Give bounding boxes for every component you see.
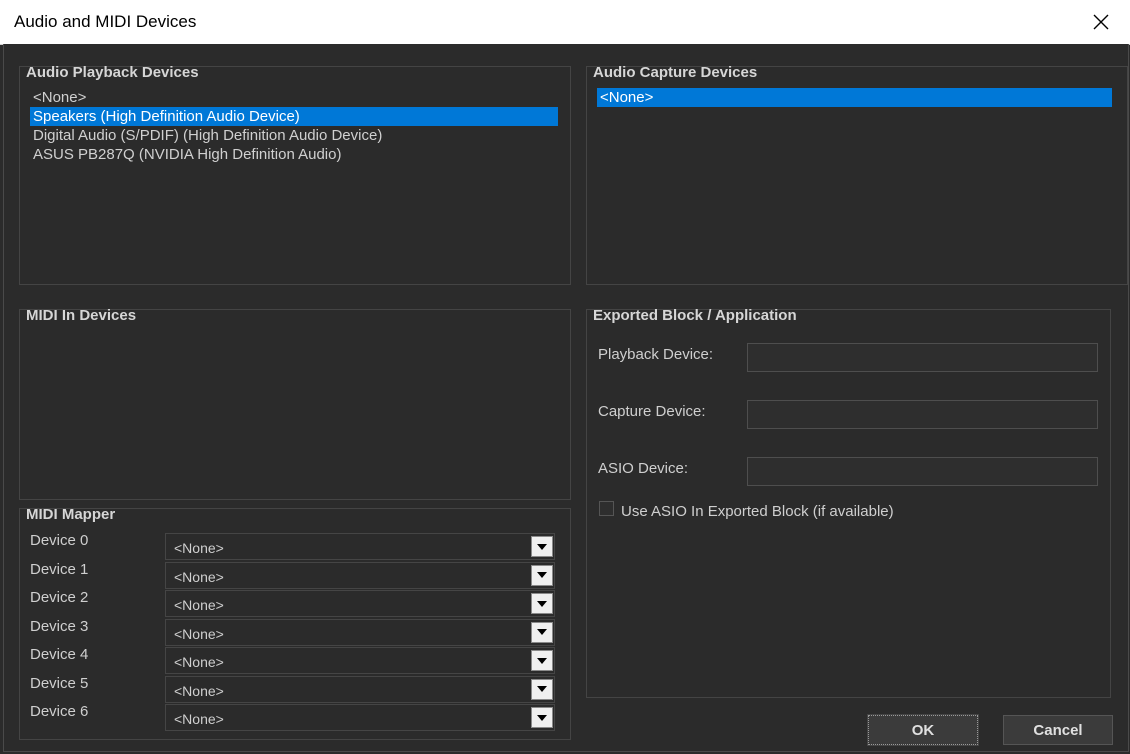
asio-device-field[interactable] xyxy=(747,457,1098,486)
midi-device-select[interactable]: <None> xyxy=(165,704,555,731)
use-asio-label: Use ASIO In Exported Block (if available… xyxy=(621,503,894,520)
midi-device-select-value: <None> xyxy=(174,540,224,556)
exported-block-panel: Exported Block / Application Playback De… xyxy=(586,307,1111,698)
capture-device-field[interactable] xyxy=(747,400,1098,429)
midi-in-list[interactable] xyxy=(30,331,558,491)
midi-device-select[interactable]: <None> xyxy=(165,675,555,703)
midi-device-select-value: <None> xyxy=(174,711,224,727)
dropdown-arrow-icon[interactable] xyxy=(531,536,553,557)
capture-devices-list[interactable]: <None> xyxy=(597,88,1112,107)
list-item[interactable]: ASUS PB287Q (NVIDIA High Definition Audi… xyxy=(30,145,558,164)
playback-device-label: Playback Device: xyxy=(598,346,714,363)
midi-device-label: Device 1 xyxy=(30,560,89,578)
dropdown-arrow-icon[interactable] xyxy=(531,707,553,728)
midi-device-label: Device 3 xyxy=(30,617,89,635)
midi-device-select-value: <None> xyxy=(174,682,224,699)
midi-device-select-value: <None> xyxy=(174,568,224,585)
midi-device-label: Device 6 xyxy=(30,703,89,720)
playback-devices-title: Audio Playback Devices xyxy=(26,64,199,81)
list-item[interactable]: Speakers (High Definition Audio Device) xyxy=(30,107,558,126)
midi-device-select[interactable]: <None> xyxy=(165,561,555,589)
midi-device-select[interactable]: <None> xyxy=(165,590,555,617)
window-title: Audio and MIDI Devices xyxy=(14,12,197,31)
capture-device-label: Capture Device: xyxy=(598,403,706,420)
dropdown-arrow-icon[interactable] xyxy=(531,650,553,671)
use-asio-checkbox[interactable] xyxy=(599,501,614,516)
dropdown-arrow-icon[interactable] xyxy=(531,621,553,643)
midi-device-label: Device 4 xyxy=(30,646,89,663)
midi-device-label: Device 2 xyxy=(30,589,89,606)
midi-in-title: MIDI In Devices xyxy=(26,307,137,324)
title-bar: Audio and MIDI Devices xyxy=(0,0,1130,45)
exported-block-title: Exported Block / Application xyxy=(593,307,797,324)
capture-devices-panel: Audio Capture Devices <None> xyxy=(586,64,1128,285)
midi-device-select-value: <None> xyxy=(174,597,224,613)
dialog-body: Audio Playback Devices <None> Speakers (H… xyxy=(3,44,1129,752)
midi-device-select[interactable]: <None> xyxy=(165,618,555,646)
midi-device-select[interactable]: <None> xyxy=(165,533,555,560)
list-item[interactable]: <None> xyxy=(597,88,1112,107)
dropdown-arrow-icon[interactable] xyxy=(531,593,553,614)
midi-mapper-panel: MIDI Mapper Device 0 <None> Device 1 <None>… xyxy=(19,506,571,740)
playback-device-field[interactable] xyxy=(747,343,1098,372)
midi-device-label: Device 5 xyxy=(30,674,89,692)
playback-devices-list[interactable]: <None> Speakers (High Definition Audio De… xyxy=(30,88,558,164)
list-item[interactable]: Digital Audio (S/PDIF) (High Definition … xyxy=(30,126,558,145)
midi-in-panel: MIDI In Devices xyxy=(19,307,571,500)
cancel-button[interactable]: Cancel xyxy=(1003,715,1113,745)
midi-device-label: Device 0 xyxy=(30,532,89,549)
midi-device-select-value: <None> xyxy=(174,654,224,670)
dropdown-arrow-icon[interactable] xyxy=(531,564,553,586)
midi-device-select-value: <None> xyxy=(174,625,224,642)
ok-button[interactable]: OK xyxy=(867,714,979,746)
dropdown-arrow-icon[interactable] xyxy=(531,678,553,700)
midi-mapper-title: MIDI Mapper xyxy=(26,506,116,523)
midi-device-select[interactable]: <None> xyxy=(165,647,555,674)
close-button[interactable] xyxy=(1086,7,1116,37)
asio-device-label: ASIO Device: xyxy=(598,460,689,477)
list-item[interactable]: <None> xyxy=(30,88,558,107)
capture-devices-title: Audio Capture Devices xyxy=(593,64,758,81)
close-icon xyxy=(1093,14,1109,30)
playback-devices-panel: Audio Playback Devices <None> Speakers (H… xyxy=(19,64,571,285)
